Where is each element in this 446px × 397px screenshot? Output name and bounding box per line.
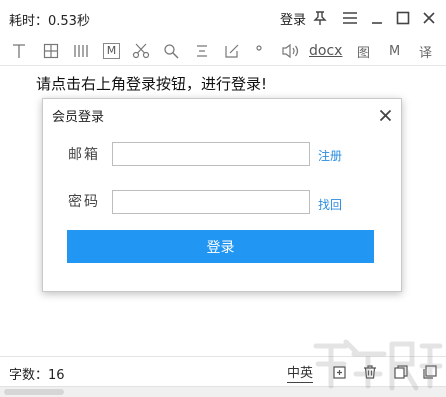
trash-icon[interactable] — [361, 363, 379, 381]
close-icon[interactable] — [419, 7, 439, 29]
language-toggle[interactable]: 中英 — [287, 362, 314, 383]
recover-password-link[interactable]: 找回 — [318, 196, 342, 213]
login-button[interactable]: 登录 — [280, 9, 306, 28]
scissors-icon[interactable] — [130, 40, 152, 62]
align-icon[interactable] — [191, 40, 213, 62]
translate-button[interactable]: 译 — [419, 40, 432, 62]
add-page-icon[interactable] — [331, 363, 349, 381]
email-label: 邮箱 — [68, 147, 100, 163]
scrollbar-thumb[interactable] — [4, 389, 64, 395]
copy-icon[interactable] — [392, 363, 410, 381]
status-bar: 字数：16 中英 — [0, 356, 446, 386]
m-box-icon[interactable]: M — [103, 43, 120, 59]
speaker-icon[interactable] — [279, 40, 303, 62]
degree-icon[interactable] — [250, 40, 270, 62]
register-link[interactable]: 注册 — [318, 147, 342, 164]
edit-icon[interactable] — [221, 40, 243, 62]
image-button[interactable]: 图 — [357, 40, 370, 62]
char-count: 字数：16 — [9, 368, 65, 383]
login-submit-button[interactable]: 登录 — [67, 230, 374, 263]
table-icon[interactable] — [40, 40, 62, 62]
search-icon[interactable] — [160, 40, 182, 62]
m-button[interactable]: M — [389, 40, 400, 62]
text-cursor-icon[interactable] — [8, 40, 30, 62]
login-dialog: 会员登录 邮箱 注册 密码 找回 登录 — [42, 98, 402, 292]
password-label: 密码 — [68, 194, 100, 210]
toolbar: M docx 图 M 译 — [0, 36, 446, 66]
horizontal-scrollbar[interactable] — [0, 386, 446, 397]
login-prompt: 请点击右上角登录按钮，进行登录! — [36, 75, 268, 93]
elapsed-time: 耗时：0.53秒 — [9, 14, 90, 29]
email-field[interactable] — [112, 142, 310, 166]
columns-icon[interactable] — [70, 40, 92, 62]
menu-icon[interactable] — [340, 7, 360, 29]
title-bar: 耗时：0.53秒 登录 — [0, 0, 446, 36]
pin-icon[interactable] — [310, 7, 330, 29]
duplicate-icon[interactable] — [421, 363, 439, 381]
docx-export-button[interactable]: docx — [309, 40, 342, 62]
app-window: 耗时：0.53秒 登录 M docx 图 M 译 请点击右上角登录按钮，进行登录… — [0, 0, 446, 397]
maximize-icon[interactable] — [393, 7, 413, 29]
dialog-close-icon[interactable] — [375, 105, 395, 125]
password-field[interactable] — [112, 190, 310, 214]
minimize-icon[interactable] — [367, 7, 387, 29]
dialog-title: 会员登录 — [52, 110, 105, 125]
